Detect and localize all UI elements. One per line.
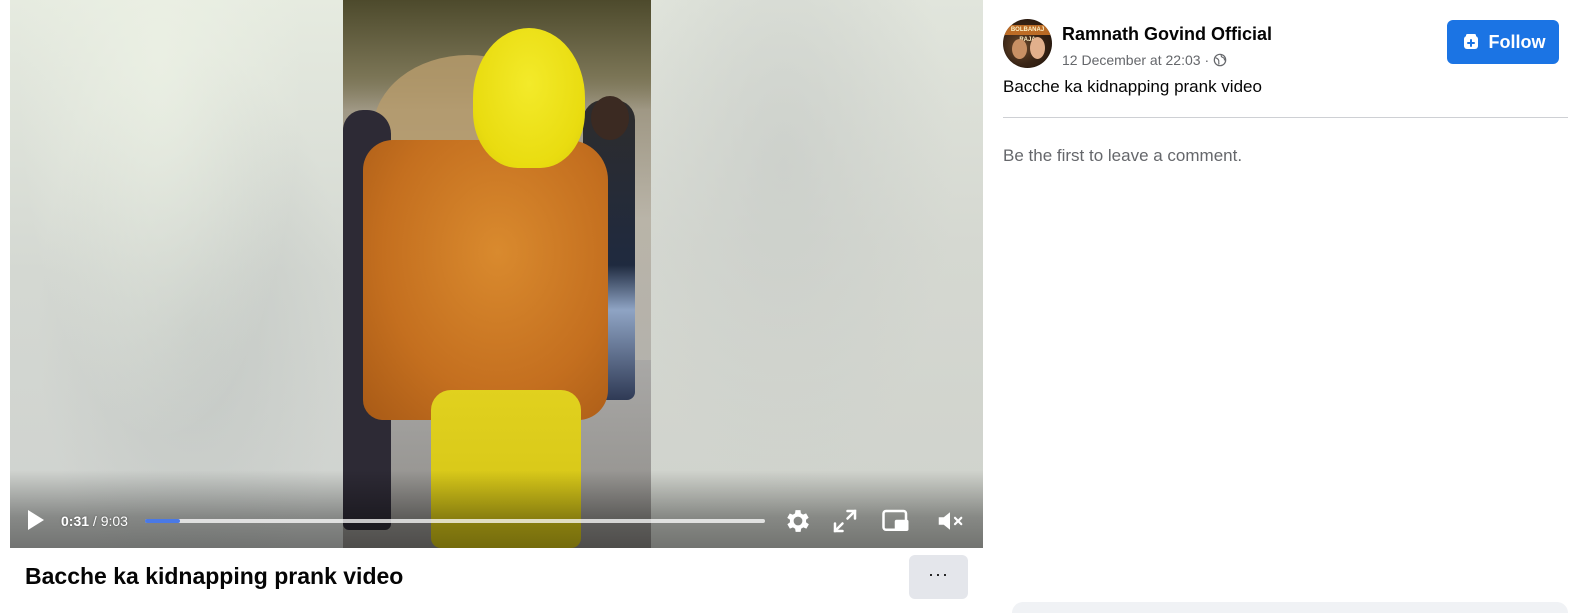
empty-comments-message: Be the first to leave a comment. <box>1003 146 1243 165</box>
avatar-logo-text: BOLBANAJ RAJA <box>1010 27 1045 43</box>
muted-speaker-icon[interactable] <box>935 506 965 536</box>
video-blur-backdrop-right <box>651 0 983 548</box>
expand-icon[interactable] <box>830 506 860 536</box>
meta-separator: · <box>1204 52 1210 68</box>
follow-label: Follow <box>1488 31 1546 52</box>
play-icon[interactable] <box>28 510 44 530</box>
video-frame[interactable] <box>343 0 651 548</box>
video-player[interactable]: 0:31 / 9:03 <box>10 0 983 548</box>
post-timestamp[interactable]: 12 December at 22:03 <box>1062 51 1201 69</box>
video-time: 0:31 / 9:03 <box>61 513 128 529</box>
time-separator: / <box>89 513 101 529</box>
globe-icon <box>1213 53 1227 67</box>
more-options-button[interactable]: ··· <box>909 555 968 599</box>
duration: 9:03 <box>100 513 128 529</box>
picture-in-picture-icon[interactable] <box>881 506 911 536</box>
follow-button[interactable]: Follow <box>1447 20 1559 64</box>
page-name-link[interactable]: Ramnath Govind Official <box>1062 23 1272 45</box>
more-options-icon: ··· <box>928 564 949 584</box>
post-description: Bacche ka kidnapping prank video <box>1003 77 1262 96</box>
avatar[interactable]: BOLBANAJ RAJA <box>1003 19 1052 68</box>
divider <box>1003 117 1568 118</box>
comment-composer[interactable] <box>1012 602 1568 613</box>
progress-fill <box>145 519 181 523</box>
post-meta: 12 December at 22:03 · <box>1062 51 1227 69</box>
video-title: Bacche ka kidnapping prank video <box>25 563 404 589</box>
current-time: 0:31 <box>61 513 90 529</box>
gear-icon[interactable] <box>783 506 813 536</box>
progress-bar[interactable] <box>145 519 765 523</box>
follow-page-icon <box>1463 34 1478 49</box>
video-blur-backdrop-left <box>10 0 343 548</box>
